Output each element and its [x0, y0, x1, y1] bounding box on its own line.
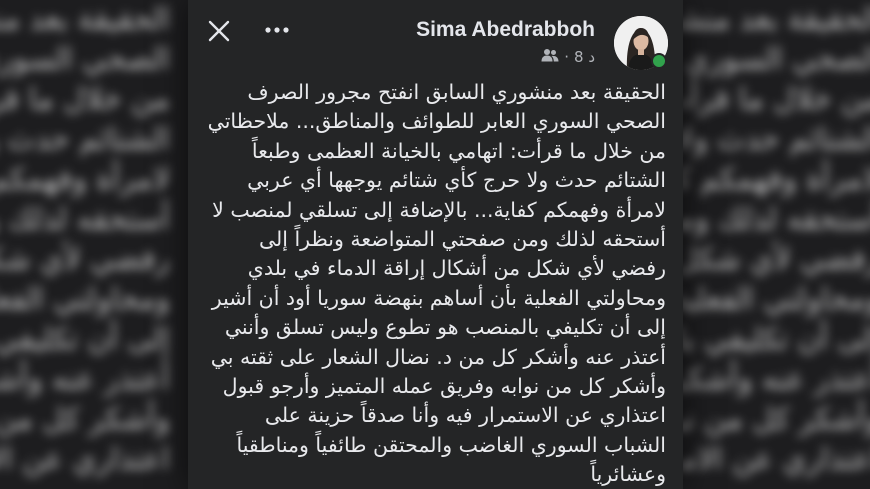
close-button[interactable] [206, 18, 232, 44]
blurred-line: وأشكر كل من نوابه وفريق عمله المتميز وأر… [0, 402, 170, 437]
blurred-line: الشتائم حدث ولا حرج كأي شتائم يوجهها أي … [680, 122, 870, 157]
meta-separator: · [564, 48, 569, 66]
post-text-line: وعشائرياً [590, 462, 666, 487]
post-text-line: ومحاولتي الفعلية بأن أساهم بنهضة سوريا أ… [211, 285, 666, 310]
blurred-line: الحقيقة بعد منشوري السابق انفتح مجرور ال… [680, 2, 870, 37]
post-card: Sima Abedrabboh · 8 د الحقيقة بعد منشوري… [188, 0, 683, 489]
blurred-line: أعتذر عنه وأشكر كل من د. نضال الشعار على… [680, 362, 870, 397]
blurred-line: لامرأة وفهمكم كفاية... بالإضافة إلى تسلق… [680, 162, 870, 197]
blurred-line: أستحقه لذلك ومن صفحتي المتواضعة ونظراً إ… [0, 202, 170, 237]
post-text-line: وأشكر كل من نوابه وفريق عمله المتميز وأر… [222, 374, 666, 399]
post-meta: · 8 د [416, 48, 595, 66]
post-text-line: لامرأة وفهمكم كفاية... بالإضافة إلى تسلق… [212, 197, 666, 222]
blurred-line: اعتذاري عن الاستمرار فيه وأنا صدقاً حزين… [0, 442, 170, 477]
post-text-line: إلى أن تكليفي بالمنصب هو تطوع وليس تسلق … [224, 315, 666, 340]
post-body: الحقيقة بعد منشوري السابق انفتح مجرور ال… [198, 78, 666, 489]
online-status-indicator [651, 53, 667, 69]
blurred-background-right: الحقيقة بعد منشوري السابق انفتح مجرور ال… [680, 0, 870, 489]
blurred-line: الصحي السوري العابر للطوائف والمناطق... … [0, 42, 170, 77]
blurred-line: الشتائم حدث ولا حرج كأي شتائم يوجهها أي … [0, 122, 170, 157]
post-text-line: رفضي لأي شكل من أشكال إراقة الدماء في بل… [247, 256, 666, 281]
post-text-line: الصحي السوري العابر للطوائف والمناطق... … [207, 109, 666, 134]
more-options-icon [265, 27, 289, 33]
post-text-line: الشباب السوري الغاضب والمحتقن طائفياً وم… [236, 432, 666, 457]
post-text-line: الحقيقة بعد منشوري السابق انفتح مجرور ال… [247, 80, 666, 104]
author-name[interactable]: Sima Abedrabboh [416, 17, 595, 43]
author-block: Sima Abedrabboh · 8 د [416, 17, 595, 66]
blurred-line: أعتذر عنه وأشكر كل من د. نضال الشعار على… [0, 362, 170, 397]
close-icon [208, 20, 230, 42]
post-text-line: أستحقه لذلك ومن صفحتي المتواضعة ونظراً إ… [258, 227, 666, 252]
blurred-line: من خلال ما قرأت: اتهامي بالخيانة العظمى … [0, 82, 170, 117]
blurred-line: من خلال ما قرأت: اتهامي بالخيانة العظمى … [680, 82, 870, 117]
blurred-line: وأشكر كل من نوابه وفريق عمله المتميز وأر… [680, 402, 870, 437]
author-avatar[interactable] [614, 16, 668, 70]
blurred-line: الحقيقة بعد منشوري السابق انفتح مجرور ال… [0, 2, 170, 37]
post-header: Sima Abedrabboh · 8 د [188, 0, 683, 80]
post-text-line: اعتذاري عن الاستمرار فيه وأنا صدقاً حزين… [264, 403, 666, 428]
blurred-line: لامرأة وفهمكم كفاية... بالإضافة إلى تسلق… [0, 162, 170, 197]
blurred-line: إلى أن تكليفي بالمنصب هو تطوع وليس تسلق … [0, 322, 170, 357]
blurred-line: أستحقه لذلك ومن صفحتي المتواضعة ونظراً إ… [680, 202, 870, 237]
screenshot-stage: الحقيقة بعد منشوري السابق انفتح مجرور ال… [0, 0, 870, 489]
post-text-line: الشتائم حدث ولا حرج كأي شتائم يوجهها أي … [247, 168, 666, 193]
blurred-line: ومحاولتي الفعلية بأن أساهم بنهضة سوريا أ… [680, 282, 870, 317]
post-timestamp[interactable]: 8 د [574, 48, 595, 66]
post-text-line: أعتذر عنه وأشكر كل من د. نضال الشعار على… [210, 344, 666, 369]
blurred-line: رفضي لأي شكل من أشكال إراقة الدماء في بل… [680, 242, 870, 277]
blurred-line: رفضي لأي شكل من أشكال إراقة الدماء في بل… [0, 242, 170, 277]
blurred-background-left: الحقيقة بعد منشوري السابق انفتح مجرور ال… [0, 0, 170, 489]
blurred-line: اعتذاري عن الاستمرار فيه وأنا صدقاً حزين… [680, 442, 870, 477]
friends-icon[interactable] [541, 48, 559, 66]
blurred-line: ومحاولتي الفعلية بأن أساهم بنهضة سوريا أ… [0, 282, 170, 317]
blurred-line: الصحي السوري العابر للطوائف والمناطق... … [680, 42, 870, 77]
blurred-line: إلى أن تكليفي بالمنصب هو تطوع وليس تسلق … [680, 322, 870, 357]
more-options-button[interactable] [262, 22, 292, 38]
post-text-line: من خلال ما قرأت: اتهامي بالخيانة العظمى … [251, 138, 666, 163]
